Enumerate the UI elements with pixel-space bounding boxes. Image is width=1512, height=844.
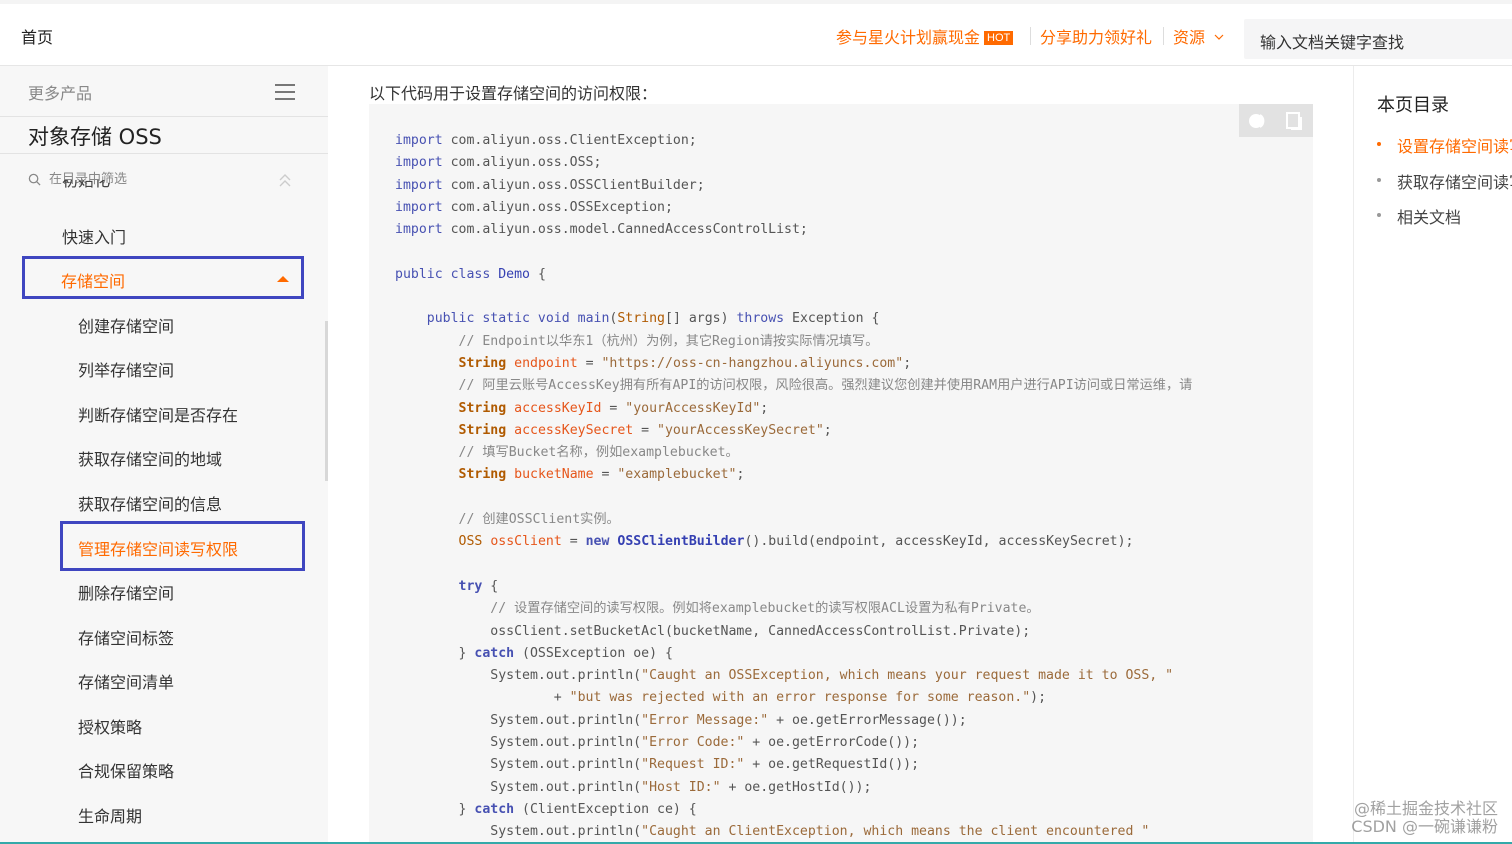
sidebar-divider — [0, 116, 328, 117]
toc-item-get-acl[interactable]: 获取存储空间读写 — [1397, 169, 1512, 193]
toc-item-related-docs[interactable]: 相关文档 — [1397, 204, 1461, 228]
sidebar-item-lifecycle[interactable]: 生命周期 — [78, 803, 142, 827]
sidebar-item-delete-bucket[interactable]: 删除存储空间 — [78, 580, 174, 604]
toc-divider — [1353, 66, 1354, 844]
resources-label: 资源 — [1173, 28, 1206, 47]
doc-search-input[interactable]: 输入文档关键字查找 — [1244, 19, 1512, 59]
product-title: 对象存储 OSS — [28, 125, 162, 149]
code-content: import com.aliyun.oss.ClientException; i… — [395, 133, 1193, 840]
sidebar-item-bucket-region[interactable]: 获取存储空间的地域 — [78, 446, 222, 470]
sidebar-item-list-buckets[interactable]: 列举存储空间 — [78, 357, 174, 381]
promo-label: 参与星火计划赢现金 — [836, 28, 981, 47]
hot-badge: HOT — [984, 31, 1014, 45]
code-block[interactable]: import com.aliyun.oss.ClientException; i… — [369, 104, 1313, 844]
sidebar-item-bucket-acl[interactable]: 管理存储空间读写权限 — [60, 521, 305, 571]
nav-divider — [1030, 27, 1031, 45]
sidebar-item-create-bucket[interactable]: 创建存储空间 — [78, 313, 174, 337]
sidebar-item-bucket-tags[interactable]: 存储空间标签 — [78, 625, 174, 649]
promo-link[interactable]: 参与星火计划赢现金 HOT — [836, 24, 1014, 48]
toc-bullet — [1377, 142, 1381, 146]
watermark-line: CSDN @一碗谦谦粉 — [1351, 817, 1498, 836]
watermark-line: @稀土掘金技术社区 — [1353, 799, 1498, 818]
theme-toggle-icon[interactable] — [1246, 111, 1272, 131]
home-link[interactable]: 首页 — [21, 24, 53, 48]
top-header: 首页 参与星火计划赢现金 HOT 分享助力领好礼 资源 输入文档关键字查找 — [0, 0, 1512, 66]
sidebar-item-label: 存储空间 — [61, 272, 126, 291]
hamburger-menu-icon[interactable] — [275, 84, 295, 100]
sidebar-item-quickstart[interactable]: 快速入门 — [62, 224, 126, 248]
caret-up-icon — [277, 276, 289, 282]
search-icon — [28, 173, 41, 186]
sidebar-item-bucket[interactable]: 存储空间 — [22, 256, 304, 299]
toc-bullet — [1377, 213, 1381, 217]
toc-title: 本页目录 — [1377, 95, 1449, 116]
sidebar-item-bucket-inventory[interactable]: 存储空间清单 — [78, 669, 174, 693]
sidebar-item-bucket-info[interactable]: 获取存储空间的信息 — [78, 491, 222, 515]
toc-bullet — [1377, 178, 1381, 182]
copy-icon[interactable] — [1285, 111, 1303, 131]
chevron-down-icon — [1214, 34, 1224, 40]
collapse-all-icon[interactable] — [278, 172, 292, 188]
sidebar-item-retention-policy[interactable]: 合规保留策略 — [78, 758, 174, 782]
resources-dropdown[interactable]: 资源 — [1173, 24, 1224, 48]
more-products-link[interactable]: 更多产品 — [28, 80, 92, 104]
sidebar-item-label: 管理存储空间读写权限 — [78, 540, 239, 559]
watermark: @稀土掘金技术社区 CSDN @一碗谦谦粉 — [1351, 800, 1498, 836]
intro-text: 以下代码用于设置存储空间的访问权限： — [369, 84, 658, 103]
sidebar-divider — [0, 153, 328, 154]
sidebar: 更多产品 对象存储 OSS 在目录中筛选 初始化 快速入门 存储空间 创建存储空… — [0, 66, 328, 844]
sidebar-item-bucket-exists[interactable]: 判断存储空间是否存在 — [78, 402, 238, 426]
sidebar-item-init[interactable]: 初始化 — [62, 180, 110, 190]
sidebar-item-bucket-policy[interactable]: 授权策略 — [78, 714, 142, 738]
sidebar-scrollbar[interactable] — [325, 321, 328, 481]
nav-divider — [1163, 27, 1164, 45]
search-placeholder: 输入文档关键字查找 — [1260, 33, 1405, 52]
share-link[interactable]: 分享助力领好礼 — [1040, 24, 1152, 48]
toc-item-set-acl[interactable]: 设置存储空间读写 — [1397, 133, 1512, 157]
code-toolbar — [1239, 104, 1313, 137]
